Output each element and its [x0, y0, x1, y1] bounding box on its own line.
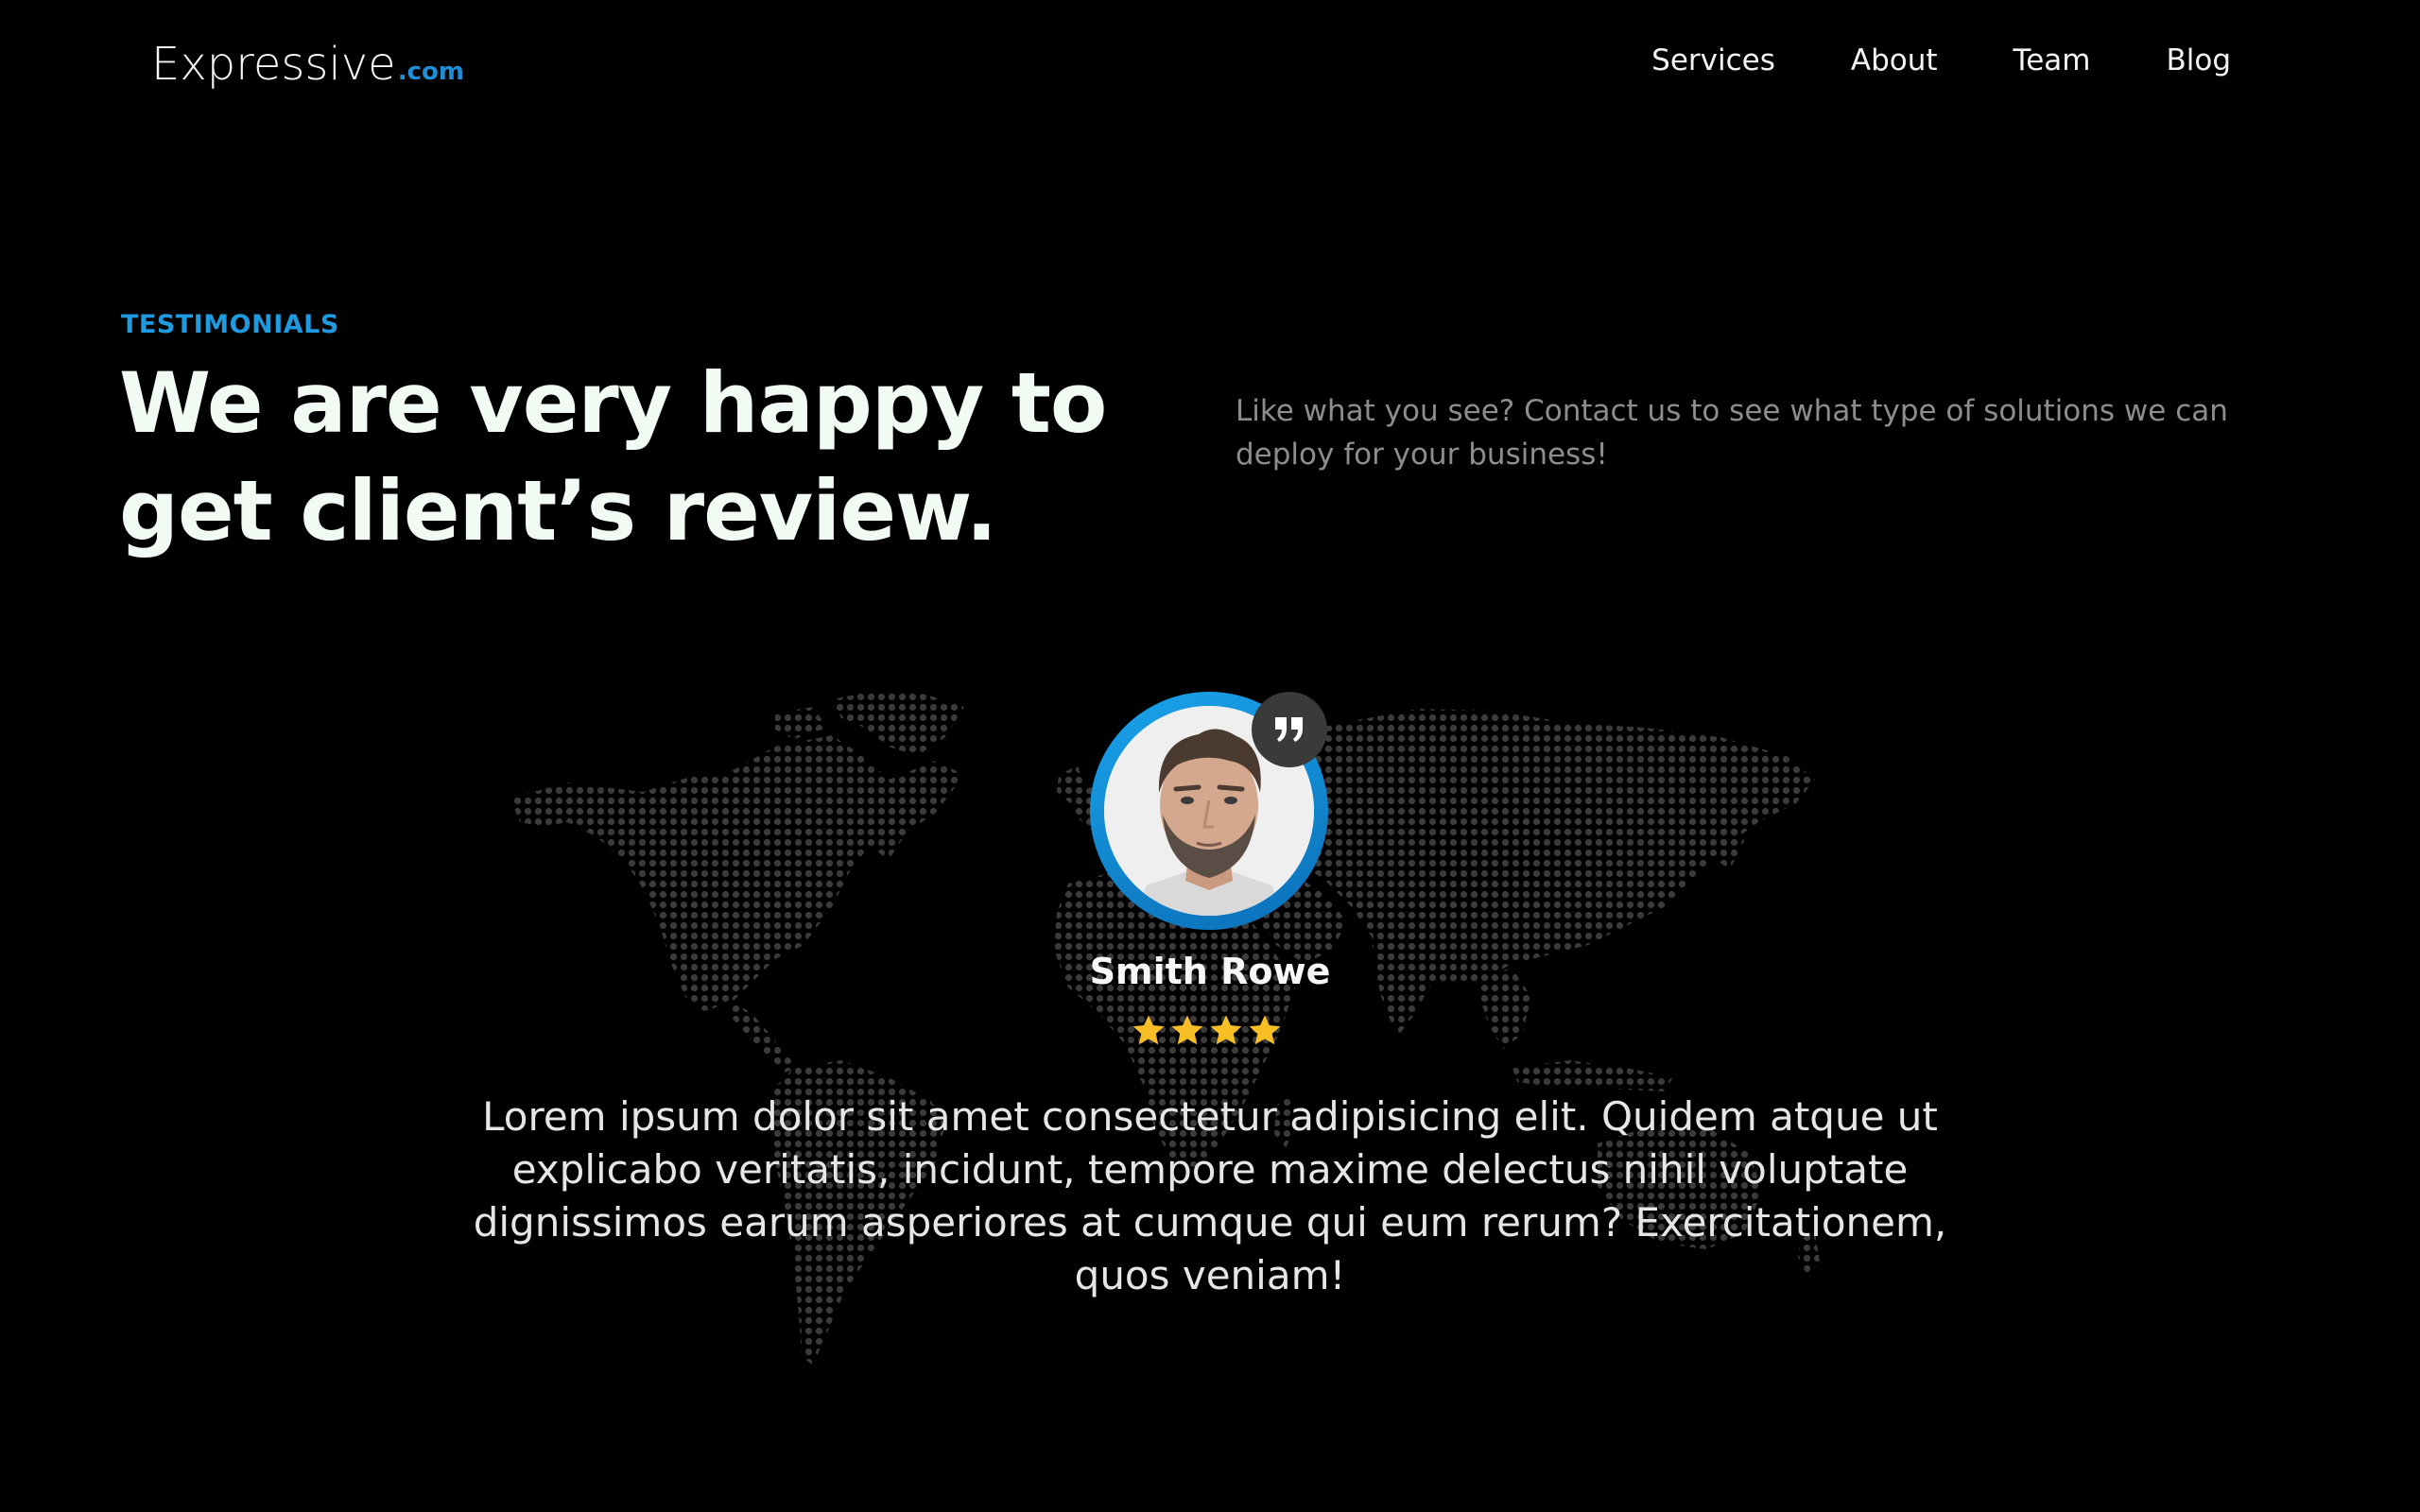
review-text: Lorem ipsum dolor sit amet consectetur a…: [473, 1093, 1947, 1298]
star-icon: [1210, 1015, 1242, 1045]
quote-badge: [1252, 692, 1327, 767]
section-eyebrow: TESTIMONIALS: [121, 310, 339, 339]
logo-tld: .com: [397, 58, 464, 86]
star-icon: [1132, 1015, 1165, 1045]
page: Expressive .com Services About Team Blog…: [0, 0, 2420, 1512]
star-icon: [1171, 1015, 1203, 1045]
quote-icon: [1275, 717, 1303, 742]
headline-line-1: We are very happy to: [119, 354, 1107, 452]
headline-line-2: get client’s review.: [119, 462, 997, 559]
nav-team[interactable]: Team: [2014, 43, 2091, 77]
star-icon: [1249, 1015, 1281, 1045]
client-name: Smith Rowe: [1089, 951, 1331, 992]
nav-services[interactable]: Services: [1651, 43, 1775, 77]
logo-text: Expressive: [151, 38, 396, 91]
section-intro: Like what you see? Contact us to see wha…: [1236, 394, 2228, 472]
nav-blog[interactable]: Blog: [2166, 43, 2231, 77]
section-headline: We are very happy to get client’s review…: [119, 350, 1178, 565]
logo[interactable]: Expressive .com: [151, 38, 464, 104]
rating-stars: [1131, 1013, 1283, 1049]
main-nav: Services About Team Blog: [1651, 43, 2231, 77]
nav-about[interactable]: About: [1851, 43, 1938, 77]
